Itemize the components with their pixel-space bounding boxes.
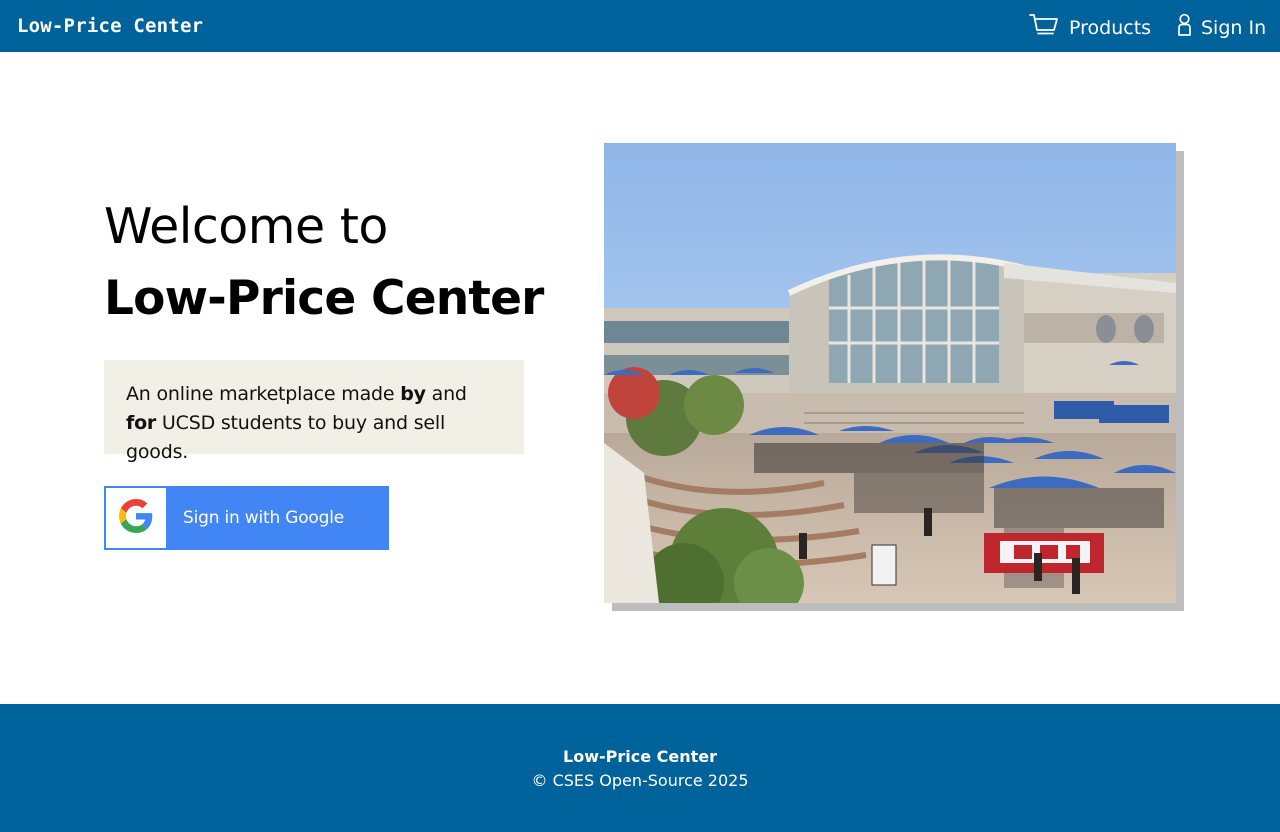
tagline-text-1: An online marketplace made (126, 383, 401, 405)
nav-products-label: Products (1069, 16, 1152, 39)
tagline-bold-for: for (126, 412, 157, 434)
nav-products-link[interactable]: Products (1029, 13, 1151, 42)
nav-signin-label: Sign In (1201, 16, 1267, 39)
person-icon (1177, 13, 1192, 42)
welcome-text: Welcome to (104, 198, 388, 255)
google-signin-label: Sign in with Google (183, 508, 345, 528)
campus-plaza-photo (604, 143, 1176, 603)
google-icon-container (106, 488, 166, 548)
tagline-text-3: UCSD students to buy and sell goods. (126, 412, 446, 463)
footer-title: Low-Price Center (563, 747, 717, 766)
brand-logo-text[interactable]: Low-Price Center (17, 15, 203, 37)
nav-signin-link[interactable]: Sign In (1177, 13, 1266, 42)
hero-heading: Welcome to Low-Price Center (104, 190, 544, 334)
footer-copyright: © CSES Open-Source 2025 (531, 771, 749, 790)
tagline-box: An online marketplace made by and for UC… (104, 360, 524, 463)
google-g-icon (119, 498, 153, 538)
cart-icon (1029, 13, 1059, 42)
top-navbar: Low-Price Center Products Sign In (0, 0, 1280, 52)
page-footer: Low-Price Center © CSES Open-Source 2025 (0, 704, 1280, 832)
tagline-bold-by: by (400, 383, 426, 405)
page-title: Low-Price Center (104, 271, 544, 326)
google-signin-button[interactable]: Sign in with Google (104, 486, 389, 550)
tagline-text-2: and (425, 383, 467, 405)
